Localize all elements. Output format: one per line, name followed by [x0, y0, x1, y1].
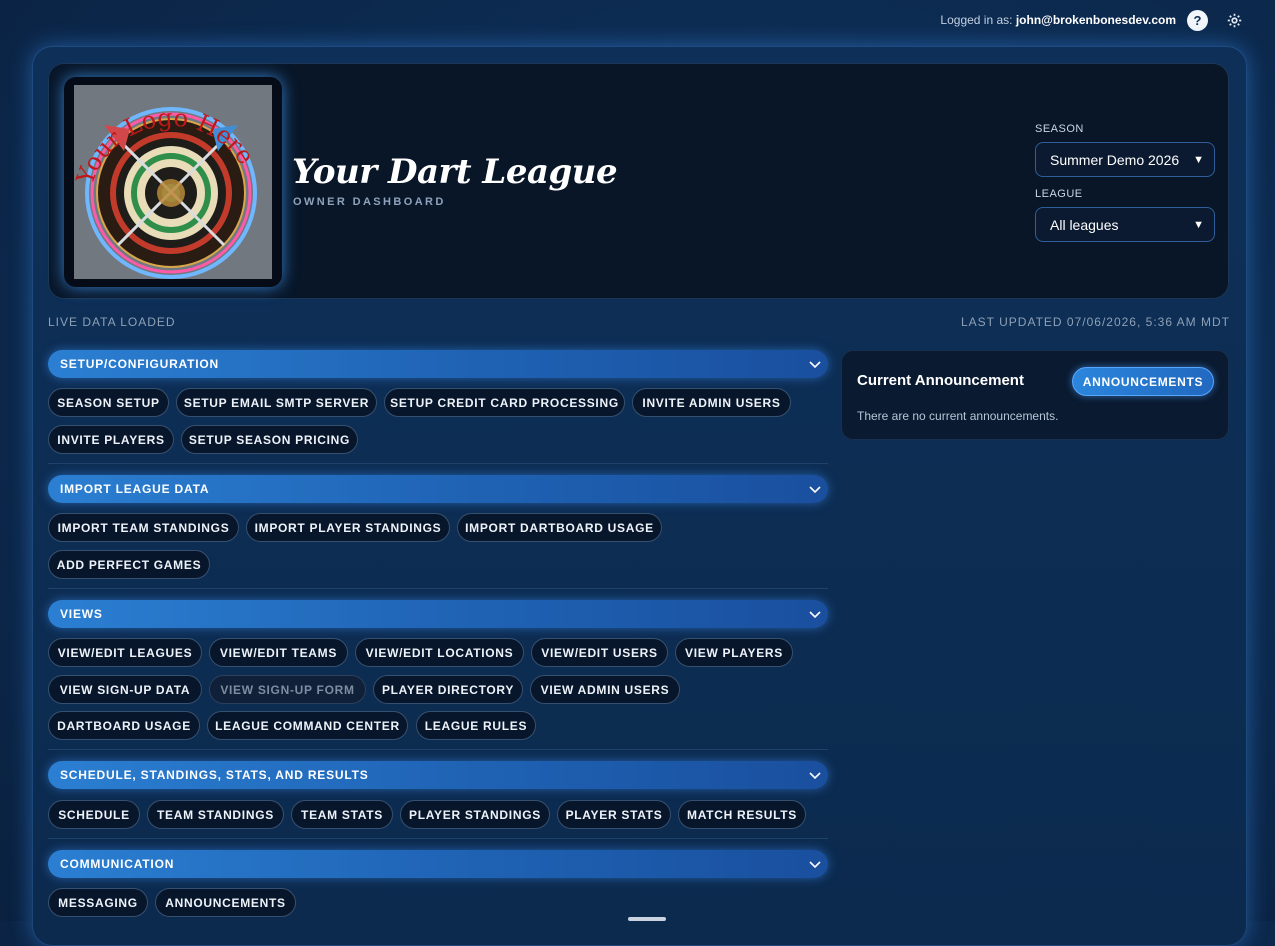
last-updated: LAST UPDATED 07/06/2026, 5:36 AM MDT [961, 315, 1230, 329]
season-select[interactable]: Summer Demo 2026 ▼ [1035, 142, 1215, 177]
section-import-league-data[interactable]: IMPORT LEAGUE DATA [48, 475, 828, 503]
section-divider [48, 588, 828, 589]
section-title: COMMUNICATION [60, 857, 175, 871]
view-edit-teams-button[interactable]: VIEW/EDIT TEAMS [209, 638, 348, 667]
help-icon[interactable]: ? [1187, 10, 1208, 31]
view-players-button[interactable]: VIEW PLAYERS [675, 638, 793, 667]
team-stats-button[interactable]: TEAM STATS [291, 800, 393, 829]
season-label: SEASON [1035, 123, 1084, 135]
import-team-standings-button[interactable]: IMPORT TEAM STANDINGS [48, 513, 239, 542]
season-setup-button[interactable]: SEASON SETUP [48, 388, 169, 417]
dartboard-usage-button[interactable]: DARTBOARD USAGE [48, 711, 200, 740]
setup-season-pricing-button[interactable]: SETUP SEASON PRICING [181, 425, 358, 454]
add-perfect-games-button[interactable]: ADD PERFECT GAMES [48, 550, 210, 579]
data-status: LIVE DATA LOADED [48, 315, 176, 329]
dartboard-logo: Your Logo Here [74, 85, 272, 279]
league-select[interactable]: All leagues ▼ [1035, 207, 1215, 242]
invite-players-button[interactable]: INVITE PLAYERS [48, 425, 174, 454]
player-stats-button[interactable]: PLAYER STATS [557, 800, 671, 829]
chevron-down-icon [809, 361, 821, 369]
section-title: VIEWS [60, 607, 103, 621]
league-logo: Your Logo Here [64, 77, 282, 287]
setup-email-smtp-server-button[interactable]: SETUP EMAIL SMTP SERVER [176, 388, 377, 417]
player-standings-button[interactable]: PLAYER STANDINGS [400, 800, 550, 829]
announcement-title: Current Announcement [857, 372, 1024, 389]
league-rules-button[interactable]: LEAGUE RULES [416, 711, 536, 740]
chevron-down-icon: ▼ [1193, 153, 1204, 166]
top-bar: Logged in as: john@brokenbonesdev.com ? [0, 0, 1275, 44]
section-title: IMPORT LEAGUE DATA [60, 482, 210, 496]
import-dartboard-usage-button[interactable]: IMPORT DARTBOARD USAGE [457, 513, 662, 542]
announcement-empty-text: There are no current announcements. [857, 409, 1059, 423]
view-edit-locations-button[interactable]: VIEW/EDIT LOCATIONS [355, 638, 524, 667]
chevron-down-icon [809, 486, 821, 494]
league-value: All leagues [1050, 216, 1119, 233]
user-email: john@brokenbonesdev.com [1015, 13, 1176, 27]
logged-in-label: Logged in as: [940, 13, 1013, 27]
view-admin-users-button[interactable]: VIEW ADMIN USERS [530, 675, 680, 704]
chevron-down-icon [809, 772, 821, 780]
messaging-button[interactable]: MESSAGING [48, 888, 148, 917]
section-title: SCHEDULE, STANDINGS, STATS, AND RESULTS [60, 768, 369, 782]
view-sign-up-form-button[interactable]: VIEW SIGN-UP FORM [209, 675, 366, 704]
league-command-center-button[interactable]: LEAGUE COMMAND CENTER [207, 711, 408, 740]
announcements-button[interactable]: ANNOUNCEMENTS [155, 888, 296, 917]
schedule-button[interactable]: SCHEDULE [48, 800, 140, 829]
player-directory-button[interactable]: PLAYER DIRECTORY [373, 675, 523, 704]
view-edit-users-button[interactable]: VIEW/EDIT USERS [531, 638, 668, 667]
chevron-down-icon [809, 611, 821, 619]
scroll-indicator[interactable] [628, 917, 666, 921]
section-setup-configuration[interactable]: SETUP/CONFIGURATION [48, 350, 828, 378]
match-results-button[interactable]: MATCH RESULTS [678, 800, 806, 829]
gear-icon[interactable] [1224, 10, 1244, 31]
invite-admin-users-button[interactable]: INVITE ADMIN USERS [632, 388, 791, 417]
season-value: Summer Demo 2026 [1050, 151, 1180, 168]
announcements-link-button[interactable]: ANNOUNCEMENTS [1072, 367, 1214, 396]
chevron-down-icon: ▼ [1193, 218, 1204, 231]
league-label: LEAGUE [1035, 188, 1083, 200]
team-standings-button[interactable]: TEAM STANDINGS [147, 800, 284, 829]
login-status: Logged in as: john@brokenbonesdev.com [940, 13, 1176, 27]
view-edit-leagues-button[interactable]: VIEW/EDIT LEAGUES [48, 638, 202, 667]
section-views[interactable]: VIEWS [48, 600, 828, 628]
section-divider [48, 749, 828, 750]
section-divider [48, 463, 828, 464]
section-communication[interactable]: COMMUNICATION [48, 850, 828, 878]
league-name: Your Dart League [292, 152, 618, 192]
chevron-down-icon [809, 861, 821, 869]
dashboard-subtitle: OWNER DASHBOARD [293, 196, 446, 208]
view-sign-up-data-button[interactable]: VIEW SIGN-UP DATA [48, 675, 202, 704]
section-divider [48, 838, 828, 839]
setup-credit-card-processing-button[interactable]: SETUP CREDIT CARD PROCESSING [384, 388, 625, 417]
section-title: SETUP/CONFIGURATION [60, 357, 219, 371]
section-schedule-standings-stats-results[interactable]: SCHEDULE, STANDINGS, STATS, AND RESULTS [48, 761, 828, 789]
import-player-standings-button[interactable]: IMPORT PLAYER STANDINGS [246, 513, 450, 542]
